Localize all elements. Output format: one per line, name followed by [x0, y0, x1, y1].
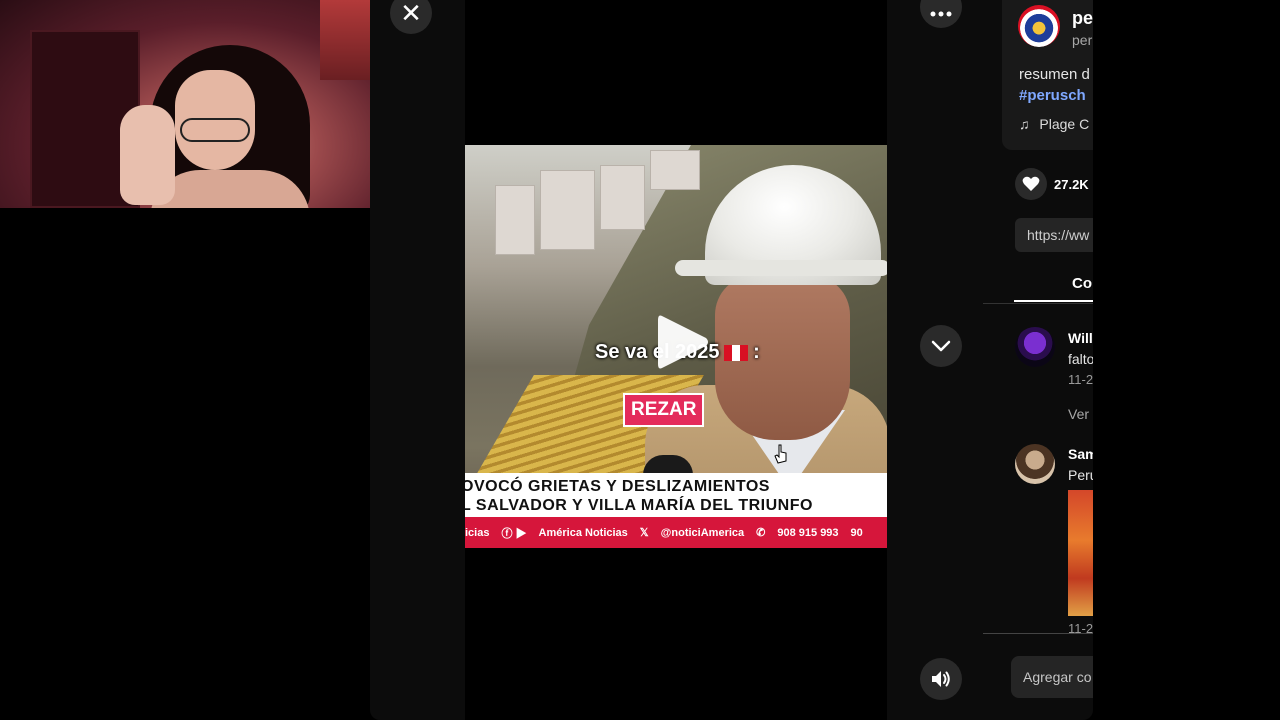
details-panel: pe per resumen d #perusch ♫ Plage C 27.2… [983, 0, 1093, 720]
play-icon[interactable] [654, 312, 710, 372]
video-badge: REZAR [623, 393, 705, 427]
webcam-feed [0, 0, 370, 208]
comment-input[interactable] [1011, 656, 1093, 698]
music-title: Plage C [1039, 116, 1090, 132]
worker-helmet-brim [675, 260, 887, 276]
music-note-icon: ♫ [1019, 116, 1030, 132]
view-replies-link[interactable]: Ver [1068, 406, 1089, 422]
copy-link-field[interactable]: https://ww [1015, 218, 1093, 252]
video-caption-suffix: : [753, 341, 760, 363]
comment-author[interactable]: Will [1068, 330, 1093, 346]
news-social-bar: icias ⓕ ▶ América Noticias 𝕏 @noticiAmer… [465, 517, 887, 548]
video-building [495, 185, 535, 255]
comment-avatar[interactable] [1015, 444, 1055, 484]
tab-active-indicator [1014, 300, 1093, 302]
phone-icon: ✆ [756, 527, 766, 539]
volume-icon [932, 671, 950, 687]
tab-comments[interactable]: Co [1072, 275, 1092, 292]
comment-text: falto [1068, 351, 1093, 367]
streamer-hand [120, 105, 175, 205]
comment-date: 11-2 [1068, 372, 1093, 387]
streamer-glasses [180, 118, 250, 142]
social-item: @noticiAmerica [660, 526, 745, 539]
volume-button[interactable] [920, 658, 962, 700]
comment-avatar[interactable] [1015, 327, 1055, 367]
like-button[interactable] [1015, 168, 1047, 200]
like-count: 27.2K [1054, 177, 1089, 192]
author-handle[interactable]: per [1072, 32, 1092, 48]
author-name[interactable]: pe [1072, 8, 1093, 29]
author-avatar[interactable] [1018, 5, 1060, 47]
news-ticker-line-2: L SALVADOR Y VILLA MARÍA DEL TRIUNFO [465, 497, 813, 514]
video-building [600, 165, 645, 230]
social-item: icias [465, 526, 490, 539]
hashtag-link[interactable]: #perusch [1019, 87, 1086, 104]
comments-tab-bar: Co [983, 270, 1093, 304]
news-ticker: OVOCÓ GRIETAS Y DESLIZAMIENTOS L SALVADO… [465, 473, 887, 517]
close-icon: ✕ [400, 0, 422, 28]
more-horizontal-icon [930, 11, 952, 17]
comment-image[interactable] [1068, 490, 1093, 616]
x-icon: 𝕏 [639, 527, 649, 539]
next-video-button[interactable] [920, 325, 962, 367]
social-item: América Noticias [538, 526, 628, 539]
comment-text: Peru [1068, 467, 1093, 483]
mouse-cursor-icon [774, 444, 787, 464]
peru-flag-icon [723, 344, 748, 361]
facebook-youtube-icon: ⓕ ▶ [501, 527, 527, 540]
webcam-background-shelf [320, 0, 370, 80]
social-item: 908 915 993 [777, 526, 839, 539]
heart-icon [1022, 176, 1040, 191]
social-item: 90 [850, 526, 863, 539]
panel-divider [983, 633, 1093, 634]
video-building [650, 150, 700, 190]
chevron-down-icon [931, 340, 951, 352]
video-building [540, 170, 595, 250]
comment-author[interactable]: Sam [1068, 446, 1093, 462]
news-ticker-line-1: OVOCÓ GRIETAS Y DESLIZAMIENTOS [465, 478, 770, 495]
music-link[interactable]: ♫ Plage C [1019, 116, 1089, 132]
description-text: resumen d [1019, 66, 1090, 83]
